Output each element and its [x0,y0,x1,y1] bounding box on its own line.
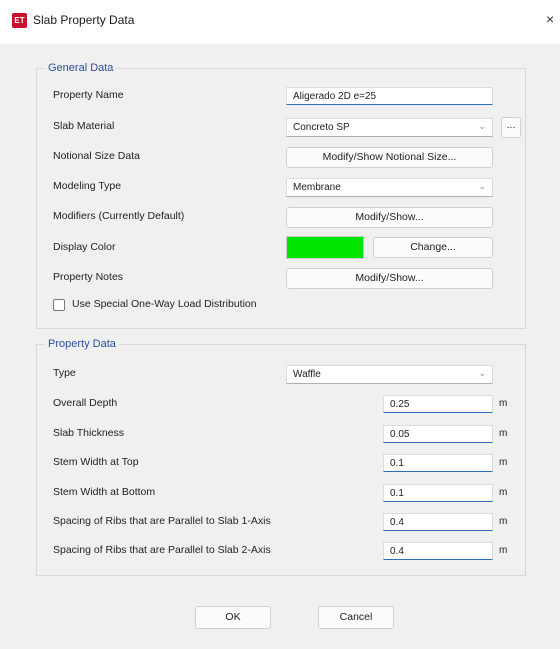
slab-material-value: Concreto SP [293,122,350,133]
rib-spacing-1-label: Spacing of Ribs that are Parallel to Sla… [53,515,271,527]
slab-thickness-label: Slab Thickness [53,427,125,439]
property-data-group: Property Data Type Waffle ⌄ Overall Dept… [36,338,526,576]
rib-spacing-2-input[interactable]: 0.4 [383,542,493,560]
general-data-group: General Data Property Name Aligerado 2D … [36,62,526,329]
slab-material-label: Slab Material [53,120,115,132]
property-data-title: Property Data [45,338,119,351]
overall-depth-label: Overall Depth [53,397,118,409]
stem-width-bottom-input[interactable]: 0.1 [383,484,493,502]
slab-material-select[interactable]: Concreto SP ⌄ [286,118,493,137]
cancel-button[interactable]: Cancel [318,606,394,629]
property-name-label: Property Name [53,89,124,101]
stem-width-top-input[interactable]: 0.1 [383,454,493,472]
type-value: Waffle [293,369,321,380]
rib-spacing-1-unit: m [499,516,508,527]
property-notes-label: Property Notes [53,271,124,283]
general-data-title: General Data [45,62,117,75]
modeling-type-label: Modeling Type [53,180,122,192]
window-title: Slab Property Data [33,13,135,27]
modifiers-label: Modifiers (Currently Default) [53,210,185,222]
chevron-down-icon: ⌄ [478,121,486,131]
stem-width-bottom-unit: m [499,487,508,498]
type-label: Type [53,367,76,379]
modifiers-button[interactable]: Modify/Show... [286,207,493,228]
dialog-client-area: General Data Property Name Aligerado 2D … [0,44,560,649]
modeling-type-select[interactable]: Membrane ⌄ [286,178,493,197]
type-select[interactable]: Waffle ⌄ [286,365,493,384]
slab-thickness-input[interactable]: 0.05 [383,425,493,443]
ok-button[interactable]: OK [195,606,271,629]
display-color-swatch[interactable] [286,236,364,259]
chevron-down-icon: ⌄ [478,181,486,191]
stem-width-top-unit: m [499,457,508,468]
etabs-app-icon: ET [12,13,27,28]
chevron-down-icon: ⌄ [478,368,486,378]
rib-spacing-1-input[interactable]: 0.4 [383,513,493,531]
one-way-load-checkbox[interactable] [53,299,65,311]
stem-width-bottom-label: Stem Width at Bottom [53,486,156,498]
modeling-type-value: Membrane [293,182,341,193]
property-notes-button[interactable]: Modify/Show... [286,268,493,289]
rib-spacing-2-unit: m [499,545,508,556]
notional-size-label: Notional Size Data [53,150,140,162]
close-icon[interactable]: × [546,11,560,27]
overall-depth-unit: m [499,398,508,409]
title-bar: ET Slab Property Data × [0,0,560,44]
material-browse-button[interactable]: ... [501,117,521,138]
slab-thickness-unit: m [499,428,508,439]
one-way-load-label: Use Special One-Way Load Distribution [72,298,257,310]
overall-depth-input[interactable]: 0.25 [383,395,493,413]
rib-spacing-2-label: Spacing of Ribs that are Parallel to Sla… [53,544,271,556]
display-color-label: Display Color [53,241,116,253]
stem-width-top-label: Stem Width at Top [53,456,139,468]
change-color-button[interactable]: Change... [373,237,493,258]
notional-size-button[interactable]: Modify/Show Notional Size... [286,147,493,168]
property-name-input[interactable]: Aligerado 2D e=25 [286,87,493,105]
